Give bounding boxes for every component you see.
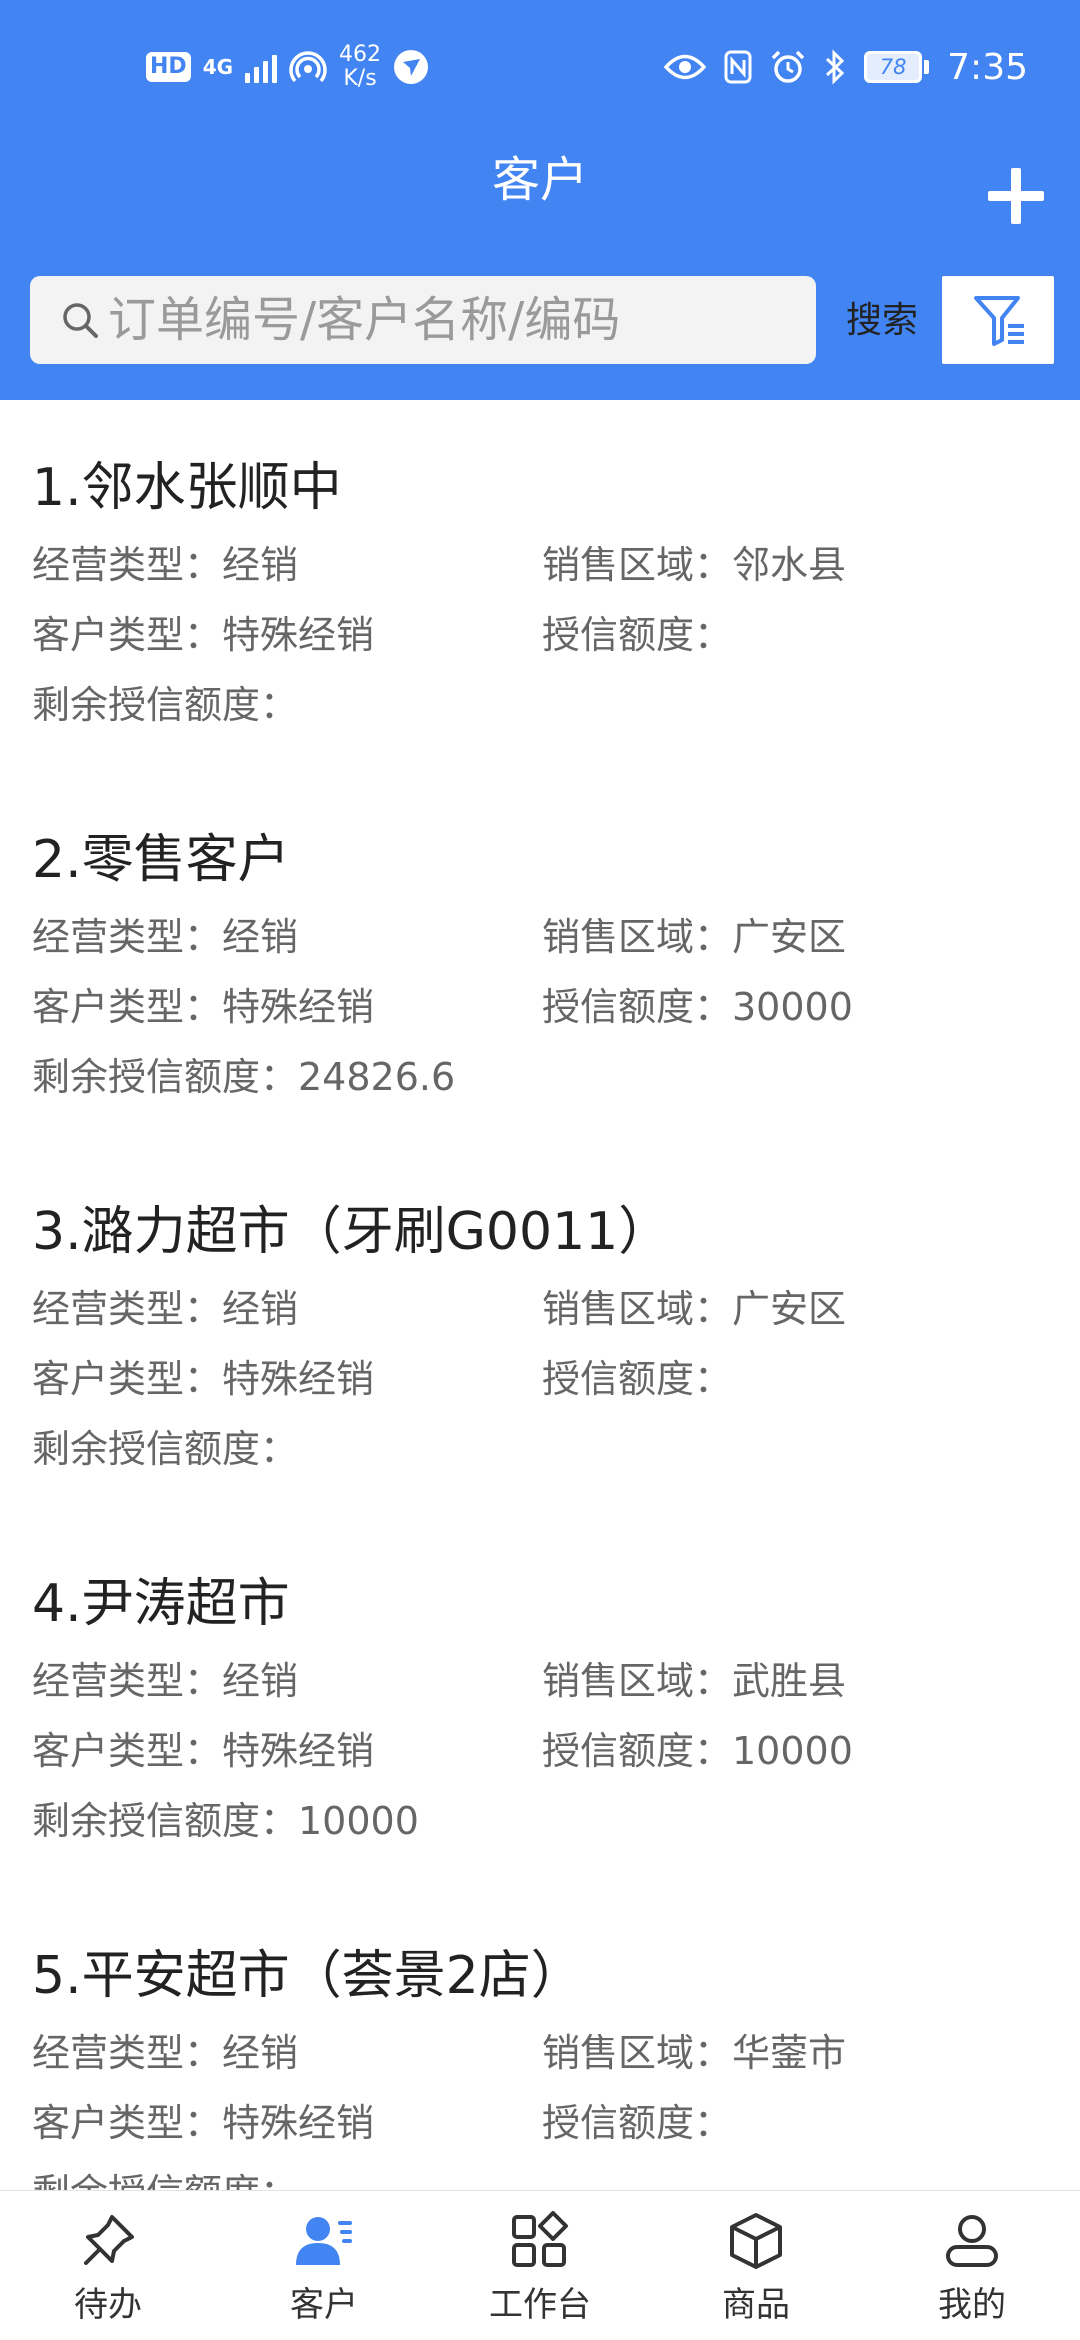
network-speed-unit: K/s [343,66,377,91]
filter-icon [974,296,1024,346]
customer-card[interactable]: 3.潞力超市（牙刷G0011） 经营类型：经销 销售区域：广安区 客户类型：特殊… [0,1144,1080,1516]
battery-indicator: 78 [864,51,930,83]
credit-limit: 授信额度：10000 [542,1729,853,1773]
customer-type: 客户类型：特殊经销 [32,1357,375,1401]
sales-area: 销售区域：广安区 [542,915,847,959]
user-icon [946,2215,998,2267]
hd-icon: HD [146,52,191,82]
status-right: 78 7:35 [664,40,1028,94]
plus-icon [988,168,1044,224]
business-type: 经营类型：经销 [32,915,299,959]
nav-label: 工作台 [489,2285,591,2325]
customer-list-page: HD 4G 462 K/s 78 7:35 客户 订单编号/客户名称/编码 搜索… [0,0,1080,2340]
search-box[interactable] [30,276,816,364]
customer-name: 4.尹涛超市 [32,1574,290,1634]
status-bar: HD 4G 462 K/s 78 7:35 [0,0,1080,134]
app-notification-icon [394,50,429,84]
credit-limit: 授信额度：30000 [542,985,853,1029]
sales-area: 销售区域：华蓥市 [542,2031,847,2075]
customer-name: 3.潞力超市（牙刷G0011） [32,1202,671,1262]
business-type: 经营类型：经销 [32,1287,299,1331]
customer-card[interactable]: 1.邻水张顺中 经营类型：经销 销售区域：邻水县 客户类型：特殊经销 授信额度：… [0,400,1080,772]
filter-button[interactable] [942,276,1054,364]
customer-name: 2.零售客户 [32,830,290,890]
remaining-credit: 剩余授信额度： [32,1427,299,1471]
nav-label: 待办 [74,2285,142,2325]
customer-name: 1.邻水张顺中 [32,458,342,518]
nav-products[interactable]: 商品 [648,2191,864,2340]
nfc-icon [724,50,752,84]
status-left: HD 4G 462 K/s [146,43,429,91]
page-title: 客户 [491,152,588,208]
customer-type: 客户类型：特殊经销 [32,613,375,657]
network-type: 4G [202,55,234,79]
nav-label: 客户 [290,2285,358,2325]
customer-type: 客户类型：特殊经销 [32,2101,375,2145]
nav-label: 我的 [938,2285,1006,2325]
box-icon [730,2213,782,2269]
nav-workbench[interactable]: 工作台 [432,2191,648,2340]
customer-type: 客户类型：特殊经销 [32,1729,375,1773]
business-type: 经营类型：经销 [32,2031,299,2075]
alarm-icon [771,50,805,83]
network-speed: 462 K/s [339,43,381,91]
remaining-credit: 剩余授信额度： [32,683,299,727]
search-icon [63,303,98,338]
hotspot-icon [289,51,327,83]
customer-type: 客户类型：特殊经销 [32,985,375,1029]
customer-name: 5.平安超市（荟景2店） [32,1946,583,2006]
battery-tip [924,60,930,74]
status-time: 7:35 [947,46,1028,88]
nav-customer[interactable]: 客户 [216,2191,432,2340]
bottom-nav: 待办 客户 工作台 商品 我的 [0,2190,1080,2340]
network-speed-value: 462 [339,42,382,67]
credit-limit: 授信额度： [542,613,733,657]
sales-area: 销售区域：广安区 [542,1287,847,1331]
sales-area: 销售区域：邻水县 [542,543,847,587]
workbench-icon [512,2211,568,2267]
remaining-credit: 剩余授信额度：24826.6 [32,1055,456,1099]
battery-level: 78 [864,51,923,83]
eye-icon [664,54,707,80]
search-input[interactable] [108,276,798,364]
business-type: 经营类型：经销 [32,543,299,587]
remaining-credit: 剩余授信额度： [32,2168,298,2190]
credit-limit: 授信额度： [542,2101,733,2145]
business-type: 经营类型：经销 [32,1659,299,1703]
add-customer-button[interactable] [980,160,1052,232]
search-button[interactable]: 搜索 [846,296,918,346]
customer-card[interactable]: 5.平安超市（荟景2店） 经营类型：经销 销售区域：华蓥市 客户类型：特殊经销 … [0,1888,1080,2190]
customer-card[interactable]: 2.零售客户 经营类型：经销 销售区域：广安区 客户类型：特殊经销 授信额度：3… [0,772,1080,1144]
nav-todo[interactable]: 待办 [0,2191,216,2340]
nav-label: 商品 [722,2285,790,2325]
customer-list: 1.邻水张顺中 经营类型：经销 销售区域：邻水县 客户类型：特殊经销 授信额度：… [0,400,1080,2190]
signal-icon [245,51,278,83]
sales-area: 销售区域：武胜县 [542,1659,847,1703]
pin-icon [84,2215,134,2265]
customer-icon [296,2217,352,2265]
customer-card[interactable]: 4.尹涛超市 经营类型：经销 销售区域：武胜县 客户类型：特殊经销 授信额度：1… [0,1516,1080,1888]
credit-limit: 授信额度： [542,1357,733,1401]
nav-mine[interactable]: 我的 [864,2191,1080,2340]
app-header: HD 4G 462 K/s 78 7:35 客户 订单编号/客户名称/编码 搜索 [0,0,1080,400]
bluetooth-icon [826,49,845,85]
remaining-credit: 剩余授信额度：10000 [32,1799,419,1843]
